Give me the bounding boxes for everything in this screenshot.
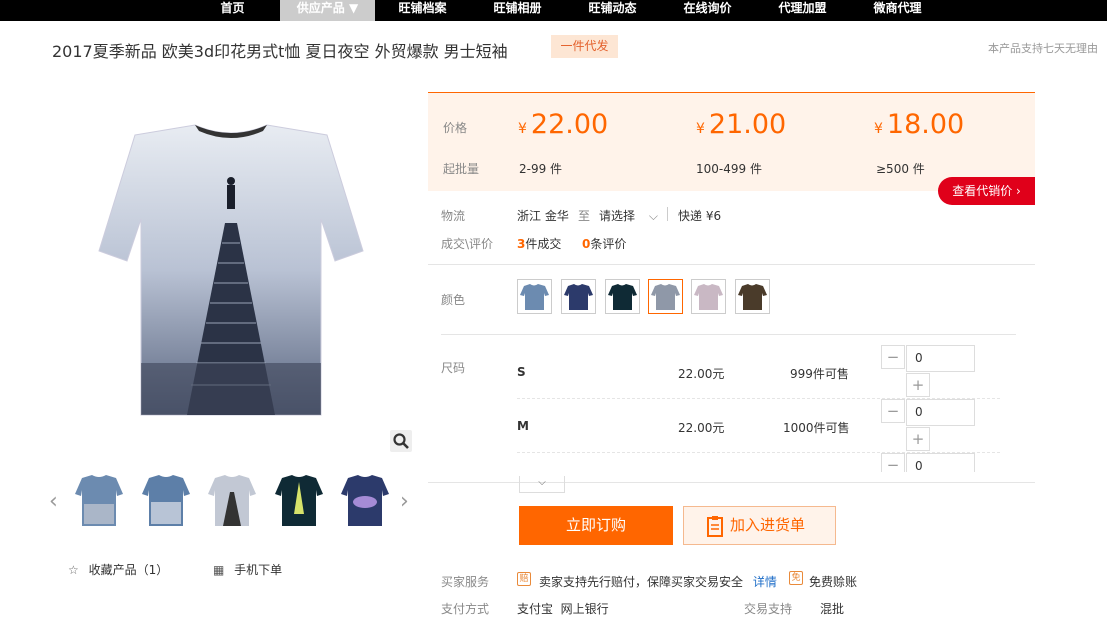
- size-price-s: 22.00元: [678, 367, 725, 381]
- service-label: 买家服务: [441, 575, 490, 589]
- deals-label: 成交\评价: [441, 237, 494, 251]
- qty-input-s[interactable]: 0: [906, 345, 975, 372]
- nav-franchise[interactable]: 代理加盟: [765, 0, 840, 21]
- top-nav: 首页 供应产品 ▼ 旺铺档案 旺铺相册 旺铺动态 在线询价 代理加盟 微商代理: [0, 0, 1107, 21]
- price-tier-3: ¥18.00: [874, 109, 965, 140]
- add-to-cart-label: 加入进货单: [730, 516, 806, 534]
- logistics-label: 物流: [441, 209, 466, 223]
- service-text: 卖家支持先行赔付，保障买家交易安全 详情: [539, 573, 777, 590]
- qty-plus-button[interactable]: +: [906, 427, 930, 451]
- favorite-label: 收藏产品（1）: [88, 563, 169, 577]
- express-fee: 快递 ¥6: [678, 209, 722, 223]
- thumbs-prev-arrow[interactable]: ‹: [49, 489, 58, 514]
- color-swatch-3[interactable]: [605, 279, 640, 314]
- nav-inquiry[interactable]: 在线询价: [670, 0, 745, 21]
- qty-input-3[interactable]: 0: [906, 453, 975, 472]
- size-stock-s: 999件可售: [790, 367, 849, 381]
- thumbs-next-arrow[interactable]: ›: [400, 489, 409, 514]
- trade-support-value: 混批: [820, 602, 845, 616]
- compensation-icon: 赔: [517, 572, 531, 586]
- view-agent-price-button[interactable]: 查看代销价 ›: [938, 177, 1035, 205]
- qty-minus-button[interactable]: −: [881, 399, 905, 423]
- payment-methods: 支付宝 网上银行: [517, 602, 609, 616]
- thumbnail-5[interactable]: [340, 474, 390, 528]
- service-detail-link[interactable]: 详情: [753, 575, 777, 589]
- sold-text: 件成交: [525, 237, 562, 251]
- nav-wechat-agent[interactable]: 微商代理: [860, 0, 935, 21]
- color-swatch-4[interactable]: [648, 279, 683, 314]
- return-policy-note: 本产品支持七天无理由: [988, 42, 1098, 55]
- expand-sizes-button[interactable]: ⌵: [519, 476, 565, 493]
- thumbnail-4[interactable]: [274, 474, 324, 528]
- service-description: 卖家支持先行赔付，保障买家交易安全: [539, 575, 744, 589]
- color-swatch-5[interactable]: [691, 279, 726, 314]
- qty-minus-button[interactable]: −: [881, 453, 905, 472]
- color-swatch-2[interactable]: [561, 279, 596, 314]
- qty-plus-button[interactable]: +: [906, 373, 930, 397]
- size-name-s: S: [517, 365, 526, 379]
- star-icon: ☆: [68, 563, 79, 577]
- qty-tier-1: 2-99 件: [519, 162, 563, 176]
- color-swatch-6[interactable]: [735, 279, 770, 314]
- trade-support-label: 交易支持: [744, 602, 793, 616]
- qr-code-icon: ▦: [213, 563, 225, 577]
- logistics-origin: 浙江 金华: [517, 209, 569, 223]
- price-tier-2: ¥21.00: [696, 109, 787, 140]
- logistics-to: 至: [578, 209, 591, 223]
- size-name-m: M: [517, 419, 529, 433]
- thumbnail-1[interactable]: [74, 474, 124, 528]
- qty-tier-3: ≥500 件: [876, 162, 925, 176]
- nav-archive[interactable]: 旺铺档案: [385, 0, 460, 21]
- divider: [428, 264, 1035, 265]
- order-now-button[interactable]: 立即订购: [519, 506, 673, 545]
- color-label: 颜色: [441, 293, 466, 307]
- main-product-image[interactable]: [95, 123, 367, 423]
- destination-select[interactable]: 请选择 ⌵: [599, 207, 658, 224]
- payment-label: 支付方式: [441, 602, 490, 616]
- thumbnail-3[interactable]: [207, 474, 257, 528]
- sold-stats: 3件成交: [517, 235, 561, 252]
- nav-news[interactable]: 旺铺动态: [575, 0, 650, 21]
- color-swatch-1[interactable]: [517, 279, 552, 314]
- review-stats[interactable]: 0条评价: [582, 235, 626, 252]
- size-stock-m: 1000件可售: [783, 421, 850, 435]
- thumbnail-2[interactable]: [141, 474, 191, 528]
- search-icon: [393, 433, 409, 449]
- add-to-cart-button[interactable]: 加入进货单: [683, 506, 836, 545]
- moq-label: 起批量: [443, 162, 480, 176]
- qty-minus-button[interactable]: −: [881, 345, 905, 369]
- free-credit-text: 免费赊账: [809, 575, 858, 589]
- size-label: 尺码: [441, 361, 466, 375]
- divider: [667, 207, 668, 221]
- favorite-button[interactable]: ☆ 收藏产品（1）: [68, 561, 168, 578]
- price-tier-1: ¥22.00: [518, 109, 609, 140]
- qty-tier-2: 100-499 件: [696, 162, 762, 176]
- divider: [441, 334, 1016, 335]
- nav-album[interactable]: 旺铺相册: [480, 0, 555, 21]
- chevron-down-icon: ⌵: [648, 209, 658, 223]
- size-row-partial: − 0: [870, 453, 990, 472]
- price-panel: 价格 起批量 ¥22.00 ¥21.00 ¥18.00 2-99 件 100-4…: [428, 92, 1035, 191]
- dropship-badge: 一件代发: [551, 35, 618, 58]
- qty-input-m[interactable]: 0: [906, 399, 975, 426]
- mobile-order-button[interactable]: ▦ 手机下单: [213, 561, 282, 578]
- destination-select-value: 请选择: [599, 209, 636, 223]
- review-text: 条评价: [590, 237, 627, 251]
- size-price-m: 22.00元: [678, 421, 725, 435]
- product-title: 2017夏季新品 欧美3d印花男式t恤 夏日夜空 外贸爆款 男士短袖: [52, 42, 508, 61]
- zoom-button[interactable]: [390, 430, 412, 452]
- credit-icon: 免: [789, 571, 803, 585]
- mobile-order-label: 手机下单: [234, 563, 283, 577]
- price-label: 价格: [443, 121, 468, 135]
- nav-home[interactable]: 首页: [204, 0, 261, 21]
- clipboard-icon: [707, 516, 723, 537]
- nav-products[interactable]: 供应产品 ▼: [280, 0, 375, 21]
